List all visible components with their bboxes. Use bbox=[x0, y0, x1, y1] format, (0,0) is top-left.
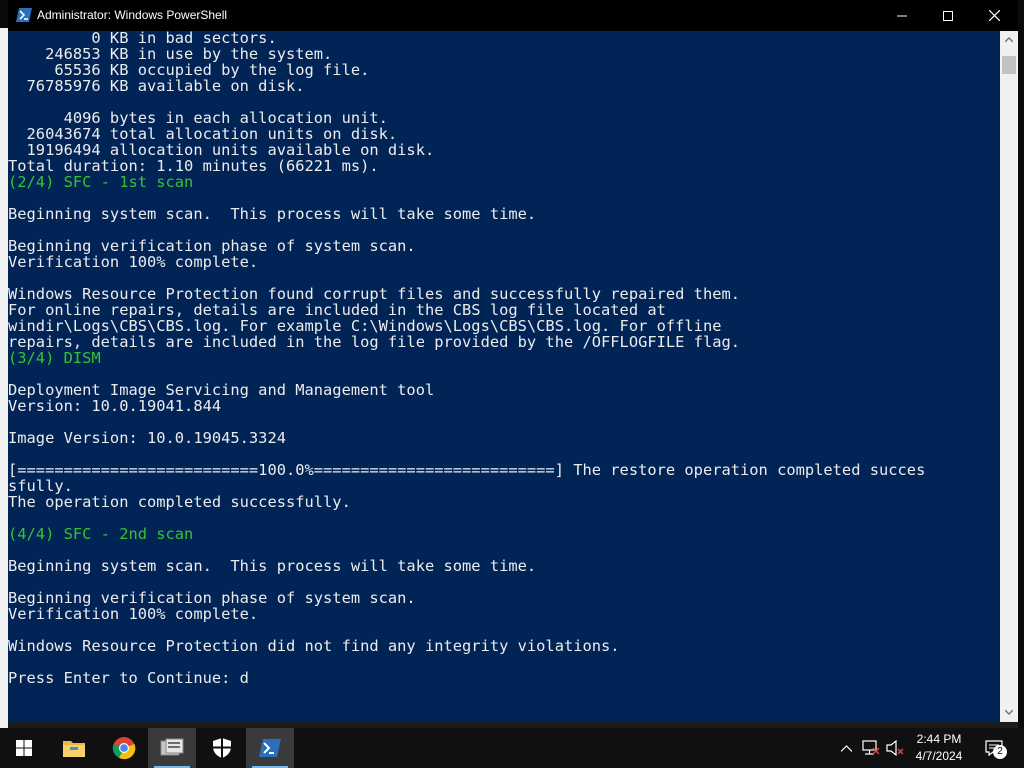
console-line: Beginning system scan. This process will… bbox=[8, 205, 537, 223]
console-line: The operation completed successfully. bbox=[8, 493, 351, 511]
console-line: Image Version: 10.0.19045.3324 bbox=[8, 429, 286, 447]
console-line: 246853 KB in use by the system. bbox=[8, 45, 333, 63]
powershell-icon bbox=[16, 8, 32, 22]
taskbar-server-manager[interactable] bbox=[148, 728, 196, 768]
console-output[interactable]: 0 KB in bad sectors. 246853 KB in use by… bbox=[8, 31, 1000, 722]
taskbar: 2:44 PM 4/7/2024 bbox=[0, 728, 1024, 768]
shield-security-icon bbox=[213, 738, 231, 758]
console-line: Press Enter to Continue: d bbox=[8, 669, 249, 687]
scroll-down-button[interactable] bbox=[1000, 704, 1018, 721]
console-line: Version: 10.0.19041.844 bbox=[8, 397, 222, 415]
clock-time: 2:44 PM bbox=[916, 732, 962, 746]
close-icon bbox=[988, 10, 1000, 21]
chevron-down-icon bbox=[1005, 710, 1013, 715]
vertical-scrollbar[interactable] bbox=[1000, 31, 1018, 722]
file-explorer-icon bbox=[63, 741, 85, 757]
title-bar[interactable]: Administrator: Windows PowerShell bbox=[8, 0, 1018, 31]
console-line: Deployment Image Servicing and Managemen… bbox=[8, 381, 435, 399]
console-line: 65536 KB occupied by the log file. bbox=[8, 61, 370, 79]
console-line: windir\Logs\CBS\CBS.log. For example C:\… bbox=[8, 317, 722, 335]
chrome-icon bbox=[112, 737, 136, 760]
taskbar-chrome[interactable] bbox=[100, 728, 148, 768]
window-title: Administrator: Windows PowerShell bbox=[37, 8, 228, 22]
console-line: 19196494 allocation units available on d… bbox=[8, 141, 435, 159]
console-line: (4/4) SFC - 2nd scan bbox=[8, 525, 194, 543]
powershell-icon bbox=[259, 739, 281, 757]
taskbar-file-explorer[interactable] bbox=[50, 728, 98, 768]
console-line: Beginning verification phase of system s… bbox=[8, 237, 416, 255]
volume-muted-icon bbox=[886, 740, 904, 756]
console-line: Beginning verification phase of system s… bbox=[8, 589, 416, 607]
chevron-up-icon bbox=[840, 744, 852, 752]
console-line: 4096 bytes in each allocation unit. bbox=[8, 109, 388, 127]
console-line: For online repairs, details are included… bbox=[8, 301, 666, 319]
minimize-icon bbox=[897, 15, 907, 16]
chevron-up-icon bbox=[1005, 37, 1013, 42]
notification-count-badge: 2 bbox=[993, 745, 1007, 759]
powershell-window[interactable]: Administrator: Windows PowerShell 0 KB i… bbox=[8, 0, 1018, 728]
console-line: sfully. bbox=[8, 477, 73, 495]
console-line: 26043674 total allocation units on disk. bbox=[8, 125, 398, 143]
console-line: Total duration: 1.10 minutes (66221 ms). bbox=[8, 157, 379, 175]
console-line: 76785976 KB available on disk. bbox=[8, 77, 305, 95]
console-line: Verification 100% complete. bbox=[8, 605, 259, 623]
network-icon bbox=[862, 740, 880, 755]
minimize-button[interactable] bbox=[879, 0, 925, 31]
console-line: (3/4) DISM bbox=[8, 349, 101, 367]
windows-start-icon bbox=[16, 740, 32, 756]
clock[interactable]: 2:44 PM 4/7/2024 bbox=[904, 728, 974, 768]
console-line: Windows Resource Protection did not find… bbox=[8, 637, 620, 655]
clock-date: 4/7/2024 bbox=[915, 749, 963, 763]
console-line: [==========================100.0%=======… bbox=[8, 461, 926, 479]
console-line: Beginning system scan. This process will… bbox=[8, 557, 537, 575]
start-button[interactable] bbox=[0, 728, 48, 768]
server-manager-icon bbox=[160, 738, 184, 756]
console-line: 0 KB in bad sectors. bbox=[8, 31, 277, 47]
taskbar-security[interactable] bbox=[198, 728, 246, 768]
maximize-button[interactable] bbox=[925, 0, 971, 31]
console-line: (2/4) SFC - 1st scan bbox=[8, 173, 194, 191]
scroll-up-button[interactable] bbox=[1000, 31, 1018, 48]
console-line: Windows Resource Protection found corrup… bbox=[8, 285, 741, 303]
show-hidden-icons-button[interactable] bbox=[836, 728, 856, 768]
taskbar-powershell[interactable] bbox=[246, 728, 294, 768]
maximize-icon bbox=[943, 10, 953, 21]
volume-button[interactable] bbox=[884, 728, 906, 768]
close-button[interactable] bbox=[971, 0, 1017, 31]
network-button[interactable] bbox=[860, 728, 882, 768]
console-text: 0 KB in bad sectors. 246853 KB in use by… bbox=[8, 31, 925, 686]
scroll-thumb[interactable] bbox=[1002, 56, 1016, 74]
console-line: Verification 100% complete. bbox=[8, 253, 259, 271]
console-line: repairs, details are included in the log… bbox=[8, 333, 741, 351]
background-window-edge bbox=[0, 28, 8, 728]
